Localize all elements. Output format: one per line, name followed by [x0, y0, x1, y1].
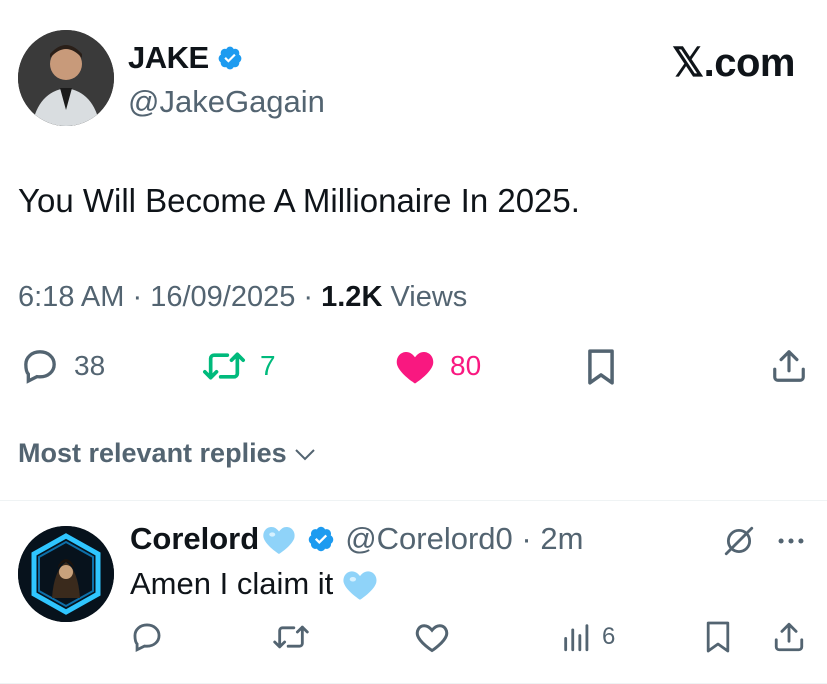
share-icon — [773, 350, 805, 382]
heart-filled-icon — [396, 351, 434, 384]
reply-time[interactable]: 2m — [540, 521, 583, 557]
reply-author-handle[interactable]: @Corelord0 — [345, 521, 513, 557]
reply-count: 38 — [74, 350, 106, 381]
tweet-time[interactable]: 6:18 AM — [18, 281, 124, 313]
reply-reply-button[interactable] — [130, 620, 164, 654]
light-blue-heart-icon — [343, 571, 377, 600]
tweet-meta: 6:18 AM · 16/09/2025 · 1.2K Views — [18, 281, 467, 314]
tweet-text: You Will Become A Millionaire In 2025. — [18, 182, 580, 219]
reply-author-avatar[interactable] — [18, 526, 114, 622]
replies-sort-dropdown[interactable]: Most relevant replies — [18, 438, 317, 469]
share-button[interactable] — [770, 346, 808, 391]
share-icon — [774, 622, 804, 652]
reply-text: Amen I claim it — [130, 566, 334, 601]
tweet-date[interactable]: 16/09/2025 — [150, 281, 295, 313]
reply-header: Corelord @Corelord0 · 2m — [130, 521, 583, 557]
author-name-row[interactable]: JAKE — [128, 40, 243, 76]
grok-button[interactable] — [722, 524, 756, 563]
author-handle[interactable]: @JakeGagain — [128, 84, 325, 120]
replies-sort-label: Most relevant replies — [18, 438, 287, 468]
repost-count: 7 — [260, 350, 276, 381]
author-avatar[interactable] — [18, 30, 114, 126]
bookmark-icon — [706, 621, 730, 653]
views-count: 1.2K — [321, 281, 383, 313]
more-dots-icon — [778, 538, 804, 544]
chevron-down-icon — [294, 448, 315, 460]
reply-views-button[interactable]: 6 — [560, 620, 615, 654]
brand-watermark: 𝕏.com — [671, 41, 796, 85]
author-name[interactable]: JAKE — [128, 40, 209, 76]
reply-author-name[interactable]: Corelord — [130, 521, 259, 557]
reply-icon — [24, 350, 56, 384]
reply-button[interactable]: 38 — [20, 346, 105, 386]
reply-bookmark-button[interactable] — [704, 620, 732, 654]
reply-share-button[interactable] — [772, 620, 806, 654]
meta-separator: · — [132, 281, 151, 313]
verified-badge-icon — [218, 46, 242, 70]
reply-icon — [133, 623, 161, 653]
meta-separator: · — [303, 281, 322, 313]
repost-icon — [273, 625, 309, 649]
analytics-bars-icon — [564, 624, 589, 652]
like-count: 80 — [450, 350, 482, 381]
reply-views-count: 6 — [602, 623, 616, 650]
repost-button[interactable]: 7 — [202, 346, 276, 386]
more-options-button[interactable] — [774, 524, 808, 563]
bookmark-button[interactable] — [585, 348, 617, 391]
grok-icon — [724, 526, 754, 556]
divider — [0, 500, 827, 501]
light-blue-heart-icon — [263, 526, 295, 554]
views-label: Views — [390, 281, 468, 313]
heart-outline-icon — [415, 624, 449, 653]
reply-text-row: Amen I claim it — [130, 566, 379, 602]
reply-repost-button[interactable] — [272, 620, 310, 654]
bookmark-icon — [588, 349, 614, 385]
like-button[interactable]: 80 — [394, 346, 481, 386]
repost-icon — [203, 352, 246, 380]
reply-like-button[interactable] — [414, 620, 450, 654]
meta-separator: · — [512, 521, 541, 556]
verified-badge-icon — [308, 526, 334, 552]
